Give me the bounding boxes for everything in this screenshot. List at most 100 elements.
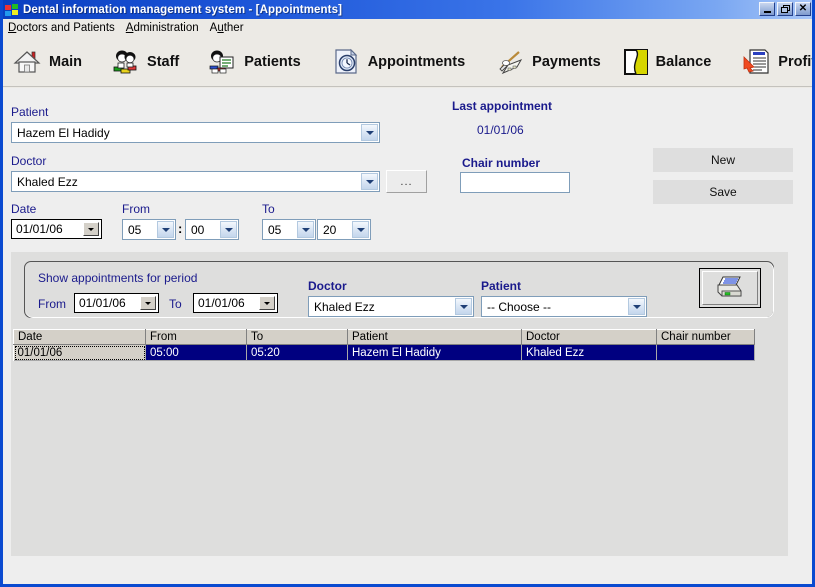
period-from-value: 01/01/06: [79, 296, 126, 310]
appointments-panel: Show appointments for period From 01/01/…: [11, 252, 788, 556]
main-toolbar: Main Staff Patients Appointments Payment…: [3, 37, 815, 87]
toolbar-button-balance[interactable]: Balance: [609, 40, 720, 84]
toolbar-label-profit: Profit: [778, 53, 815, 70]
chair-number-value: [461, 173, 569, 176]
chevron-down-icon[interactable]: [361, 124, 378, 141]
window-title: Dental information management system - […: [23, 3, 343, 16]
menu-label-1: dministration: [133, 22, 199, 34]
chair-number-label: Chair number: [462, 156, 541, 170]
chevron-down-icon[interactable]: [140, 296, 156, 310]
to-hour-combo[interactable]: 05: [262, 219, 316, 240]
last-appointment-value: 01/01/06: [477, 123, 524, 137]
period-title-label: Show appointments for period: [38, 271, 198, 285]
profit-chart-icon: [741, 47, 771, 77]
printer-icon: [702, 271, 758, 305]
menu-item-administration[interactable]: Administration: [122, 21, 206, 35]
toolbar-button-staff[interactable]: Staff: [90, 40, 187, 84]
doctor-browse-button[interactable]: ...: [386, 170, 427, 193]
period-to-value: 01/01/06: [198, 296, 245, 310]
cell-chair-number[interactable]: [656, 344, 755, 361]
period-patient-combo[interactable]: -- Choose --: [481, 296, 647, 317]
column-header-date[interactable]: Date: [13, 329, 146, 345]
chevron-down-icon[interactable]: [83, 222, 99, 236]
appointments-table: Date From To Patient Doctor Chair number…: [13, 329, 755, 361]
restore-icon: [780, 4, 790, 14]
toolbar-label-main: Main: [49, 53, 83, 70]
cell-from[interactable]: 05:00: [145, 344, 247, 361]
period-to-picker[interactable]: 01/01/06: [193, 293, 278, 313]
column-header-patient[interactable]: Patient: [347, 329, 522, 345]
column-header-to[interactable]: To: [246, 329, 348, 345]
chevron-down-icon[interactable]: [259, 296, 275, 310]
chevron-down-icon[interactable]: [352, 221, 369, 238]
title-bar: Dental information management system - […: [3, 0, 812, 19]
menu-item-doctors-and-patients[interactable]: Doctors and Patients: [4, 21, 122, 35]
chevron-down-icon[interactable]: [297, 221, 314, 238]
period-doctor-value: Khaled Ezz: [314, 299, 375, 314]
period-to-label: To: [169, 297, 182, 311]
date-value: 01/01/06: [16, 222, 63, 236]
toolbar-label-payments: Payments: [532, 53, 601, 70]
from-hour-combo[interactable]: 05: [122, 219, 176, 240]
house-icon: [12, 47, 42, 77]
cell-date[interactable]: 01/01/06: [13, 344, 146, 361]
doctor-combo-value: Khaled Ezz: [17, 174, 78, 189]
application-window: Dental information management system - […: [0, 0, 815, 587]
patient-combo[interactable]: Hazem El Hadidy: [11, 122, 380, 143]
balance-yellow-icon: [623, 47, 649, 77]
chevron-down-icon[interactable]: [455, 298, 472, 315]
menu-label-2: ther: [223, 22, 244, 34]
table-row[interactable]: 01/01/06 05:00 05:20 Hazem El Hadidy Kha…: [13, 344, 755, 361]
date-picker[interactable]: 01/01/06: [11, 219, 102, 239]
doctor-combo[interactable]: Khaled Ezz: [11, 171, 380, 192]
to-minute-value: 20: [323, 222, 337, 237]
appointment-clock-page-icon: [331, 47, 361, 77]
toolbar-label-appointments: Appointments: [367, 53, 466, 70]
to-label: To: [262, 202, 275, 216]
save-button[interactable]: Save: [653, 180, 793, 204]
toolbar-button-patients[interactable]: Patients: [187, 40, 308, 84]
cell-doctor[interactable]: Khaled Ezz: [521, 344, 657, 361]
from-minute-value: 00: [191, 222, 205, 237]
period-patient-label: Patient: [481, 279, 522, 293]
minimize-icon: [763, 10, 771, 13]
column-header-from[interactable]: From: [145, 329, 247, 345]
windows-logo-icon: [3, 3, 19, 17]
chevron-down-icon[interactable]: [628, 298, 645, 315]
patient-combo-value: Hazem El Hadidy: [17, 125, 110, 140]
close-button[interactable]: ✕: [795, 2, 811, 16]
minimize-button[interactable]: [759, 2, 775, 16]
chair-number-input[interactable]: [460, 172, 570, 193]
toolbar-button-appointments[interactable]: Appointments: [309, 40, 473, 84]
period-from-picker[interactable]: 01/01/06: [74, 293, 159, 313]
cell-patient[interactable]: Hazem El Hadidy: [347, 344, 522, 361]
last-appointment-label: Last appointment: [452, 99, 553, 113]
chevron-down-icon[interactable]: [220, 221, 237, 238]
menu-label-0: octors and Patients: [16, 22, 115, 34]
period-doctor-combo[interactable]: Khaled Ezz: [308, 296, 474, 317]
appointments-grid[interactable]: Date From To Patient Doctor Chair number…: [13, 329, 755, 361]
new-button[interactable]: New: [653, 148, 793, 172]
cell-to[interactable]: 05:20: [246, 344, 348, 361]
toolbar-button-main[interactable]: Main: [3, 40, 90, 84]
chevron-down-icon[interactable]: [361, 173, 378, 190]
column-header-doctor[interactable]: Doctor: [521, 329, 657, 345]
client-area: Patient Hazem El Hadidy Doctor Khaled Ez…: [3, 88, 812, 584]
toolbar-button-payments[interactable]: Payments: [473, 40, 609, 84]
to-minute-combo[interactable]: 20: [317, 219, 371, 240]
toolbar-button-profit[interactable]: Profit: [719, 40, 815, 84]
period-from-label: From: [38, 297, 66, 311]
column-header-chair-number[interactable]: Chair number: [656, 329, 755, 345]
toolbar-label-patients: Patients: [244, 53, 301, 70]
payments-cash-icon: [495, 47, 525, 77]
period-doctor-label: Doctor: [308, 279, 347, 293]
menu-item-auther[interactable]: Auther: [206, 21, 251, 35]
chevron-down-icon[interactable]: [157, 221, 174, 238]
restore-button[interactable]: [777, 2, 793, 16]
toolbar-label-staff: Staff: [147, 53, 180, 70]
from-minute-combo[interactable]: 00: [185, 219, 239, 240]
doctor-label: Doctor: [11, 154, 47, 168]
print-button[interactable]: [699, 268, 761, 308]
period-patient-value: -- Choose --: [487, 299, 552, 314]
from-hour-value: 05: [128, 222, 142, 237]
